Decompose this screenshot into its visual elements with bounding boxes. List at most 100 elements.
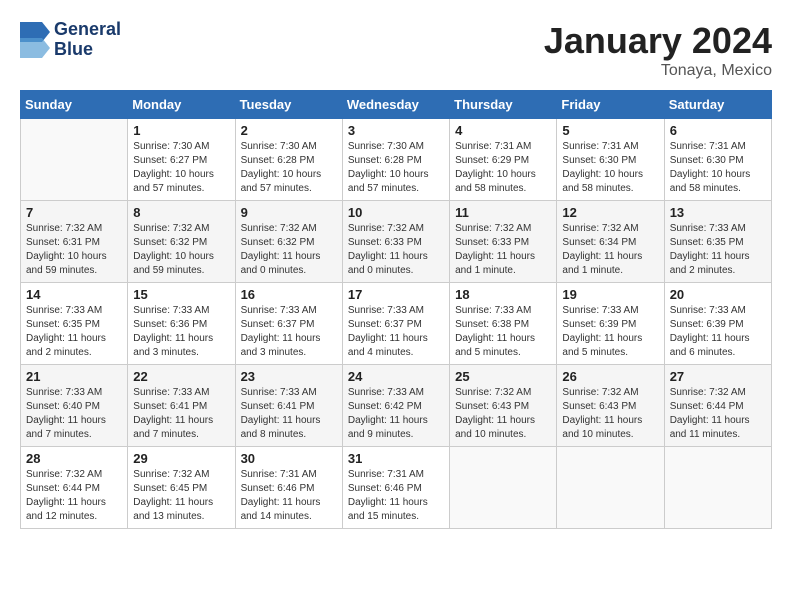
day-number: 10 (348, 205, 444, 220)
calendar-cell: 11 Sunrise: 7:32 AM Sunset: 6:33 PM Dayli… (450, 201, 557, 283)
title-block: January 2024 Tonaya, Mexico (544, 20, 772, 80)
calendar-cell: 8Sunrise: 7:32 AM Sunset: 6:32 PM Daylig… (128, 201, 235, 283)
month-title: January 2024 (544, 20, 772, 62)
calendar-cell: 7Sunrise: 7:32 AM Sunset: 6:31 PM Daylig… (21, 201, 128, 283)
day-info: Sunrise: 7:33 AM Sunset: 6:35 PM Dayligh… (670, 222, 766, 278)
day-number: 3 (348, 123, 444, 138)
day-info: Sunrise: 7:31 AM Sunset: 6:29 PM Dayligh… (455, 140, 551, 196)
day-number: 1 (133, 123, 229, 138)
day-header-tuesday: Tuesday (235, 91, 342, 119)
calendar-cell: 2 Sunrise: 7:30 AM Sunset: 6:28 PM Daylig… (235, 119, 342, 201)
day-number: 19 (562, 287, 658, 302)
day-number: 2 (241, 123, 337, 138)
day-info: Sunrise: 7:32 AM Sunset: 6:33 PM Dayligh… (348, 222, 444, 278)
day-number: 25 (455, 369, 551, 384)
calendar-cell: 1 Sunrise: 7:30 AM Sunset: 6:27 PM Daylig… (128, 119, 235, 201)
day-info: Sunrise: 7:33 AM Sunset: 6:41 PM Dayligh… (133, 386, 229, 442)
day-info: Sunrise: 7:32 AM Sunset: 6:31 PM Dayligh… (26, 222, 122, 278)
calendar-cell: 4 Sunrise: 7:31 AM Sunset: 6:29 PM Daylig… (450, 119, 557, 201)
day-info: Sunrise: 7:33 AM Sunset: 6:35 PM Dayligh… (26, 304, 122, 360)
day-number: 20 (670, 287, 766, 302)
day-info: Sunrise: 7:33 AM Sunset: 6:37 PM Dayligh… (241, 304, 337, 360)
day-number: 14 (26, 287, 122, 302)
logo: General Blue (20, 20, 121, 60)
logo-line2: Blue (54, 40, 121, 60)
day-number: 23 (241, 369, 337, 384)
day-info: Sunrise: 7:33 AM Sunset: 6:42 PM Dayligh… (348, 386, 444, 442)
day-info: Sunrise: 7:33 AM Sunset: 6:41 PM Dayligh… (241, 386, 337, 442)
calendar-cell: 19 Sunrise: 7:33 AM Sunset: 6:39 PM Dayli… (557, 283, 664, 365)
day-number: 11 (455, 205, 551, 220)
day-info: Sunrise: 7:30 AM Sunset: 6:28 PM Dayligh… (348, 140, 444, 196)
calendar-cell: 31 Sunrise: 7:31 AM Sunset: 6:46 PM Dayli… (342, 447, 449, 529)
calendar-cell: 5 Sunrise: 7:31 AM Sunset: 6:30 PM Daylig… (557, 119, 664, 201)
day-info: Sunrise: 7:30 AM Sunset: 6:27 PM Dayligh… (133, 140, 229, 196)
day-info: Sunrise: 7:32 AM Sunset: 6:32 PM Dayligh… (241, 222, 337, 278)
day-header-saturday: Saturday (664, 91, 771, 119)
day-header-thursday: Thursday (450, 91, 557, 119)
day-header-friday: Friday (557, 91, 664, 119)
day-info: Sunrise: 7:32 AM Sunset: 6:34 PM Dayligh… (562, 222, 658, 278)
calendar-cell: 21 Sunrise: 7:33 AM Sunset: 6:40 PM Dayli… (21, 365, 128, 447)
day-info: Sunrise: 7:33 AM Sunset: 6:39 PM Dayligh… (562, 304, 658, 360)
day-info: Sunrise: 7:33 AM Sunset: 6:39 PM Dayligh… (670, 304, 766, 360)
calendar-cell: 18 Sunrise: 7:33 AM Sunset: 6:38 PM Dayli… (450, 283, 557, 365)
day-number: 22 (133, 369, 229, 384)
day-info: Sunrise: 7:33 AM Sunset: 6:36 PM Dayligh… (133, 304, 229, 360)
calendar-cell: 22 Sunrise: 7:33 AM Sunset: 6:41 PM Dayli… (128, 365, 235, 447)
page-header: General Blue January 2024 Tonaya, Mexico (20, 20, 772, 80)
day-header-wednesday: Wednesday (342, 91, 449, 119)
day-number: 21 (26, 369, 122, 384)
calendar-cell: 12 Sunrise: 7:32 AM Sunset: 6:34 PM Dayli… (557, 201, 664, 283)
day-number: 8 (133, 205, 229, 220)
day-number: 4 (455, 123, 551, 138)
location: Tonaya, Mexico (544, 62, 772, 80)
calendar-cell: 10 Sunrise: 7:32 AM Sunset: 6:33 PM Dayli… (342, 201, 449, 283)
day-number: 24 (348, 369, 444, 384)
calendar-cell: 26 Sunrise: 7:32 AM Sunset: 6:43 PM Dayli… (557, 365, 664, 447)
week-row-3: 14 Sunrise: 7:33 AM Sunset: 6:35 PM Dayli… (21, 283, 772, 365)
calendar-cell: 23 Sunrise: 7:33 AM Sunset: 6:41 PM Dayli… (235, 365, 342, 447)
day-number: 31 (348, 451, 444, 466)
day-number: 30 (241, 451, 337, 466)
calendar-cell: 14 Sunrise: 7:33 AM Sunset: 6:35 PM Dayli… (21, 283, 128, 365)
calendar-cell: 30Sunrise: 7:31 AM Sunset: 6:46 PM Dayli… (235, 447, 342, 529)
day-info: Sunrise: 7:33 AM Sunset: 6:40 PM Dayligh… (26, 386, 122, 442)
calendar-cell: 25Sunrise: 7:32 AM Sunset: 6:43 PM Dayli… (450, 365, 557, 447)
week-row-5: 28Sunrise: 7:32 AM Sunset: 6:44 PM Dayli… (21, 447, 772, 529)
day-info: Sunrise: 7:32 AM Sunset: 6:43 PM Dayligh… (562, 386, 658, 442)
day-number: 9 (241, 205, 337, 220)
day-number: 18 (455, 287, 551, 302)
calendar-cell (664, 447, 771, 529)
calendar-cell: 3 Sunrise: 7:30 AM Sunset: 6:28 PM Daylig… (342, 119, 449, 201)
day-number: 17 (348, 287, 444, 302)
week-row-2: 7Sunrise: 7:32 AM Sunset: 6:31 PM Daylig… (21, 201, 772, 283)
day-number: 12 (562, 205, 658, 220)
day-number: 27 (670, 369, 766, 384)
calendar-cell: 27 Sunrise: 7:32 AM Sunset: 6:44 PM Dayli… (664, 365, 771, 447)
calendar-cell: 13Sunrise: 7:33 AM Sunset: 6:35 PM Dayli… (664, 201, 771, 283)
day-number: 5 (562, 123, 658, 138)
day-info: Sunrise: 7:31 AM Sunset: 6:46 PM Dayligh… (348, 468, 444, 524)
calendar-cell (450, 447, 557, 529)
calendar-cell: 28Sunrise: 7:32 AM Sunset: 6:44 PM Dayli… (21, 447, 128, 529)
day-number: 26 (562, 369, 658, 384)
calendar-cell: 24 Sunrise: 7:33 AM Sunset: 6:42 PM Dayli… (342, 365, 449, 447)
day-number: 28 (26, 451, 122, 466)
calendar-cell: 29Sunrise: 7:32 AM Sunset: 6:45 PM Dayli… (128, 447, 235, 529)
day-info: Sunrise: 7:33 AM Sunset: 6:38 PM Dayligh… (455, 304, 551, 360)
day-info: Sunrise: 7:32 AM Sunset: 6:44 PM Dayligh… (670, 386, 766, 442)
calendar-body: 1 Sunrise: 7:30 AM Sunset: 6:27 PM Daylig… (21, 119, 772, 529)
calendar-cell (557, 447, 664, 529)
day-info: Sunrise: 7:30 AM Sunset: 6:28 PM Dayligh… (241, 140, 337, 196)
day-header-sunday: Sunday (21, 91, 128, 119)
calendar-cell: 16Sunrise: 7:33 AM Sunset: 6:37 PM Dayli… (235, 283, 342, 365)
day-info: Sunrise: 7:31 AM Sunset: 6:30 PM Dayligh… (562, 140, 658, 196)
day-info: Sunrise: 7:32 AM Sunset: 6:33 PM Dayligh… (455, 222, 551, 278)
calendar-cell: 20 Sunrise: 7:33 AM Sunset: 6:39 PM Dayli… (664, 283, 771, 365)
calendar-cell: 17Sunrise: 7:33 AM Sunset: 6:37 PM Dayli… (342, 283, 449, 365)
week-row-1: 1 Sunrise: 7:30 AM Sunset: 6:27 PM Daylig… (21, 119, 772, 201)
day-number: 15 (133, 287, 229, 302)
calendar-cell (21, 119, 128, 201)
day-number: 29 (133, 451, 229, 466)
